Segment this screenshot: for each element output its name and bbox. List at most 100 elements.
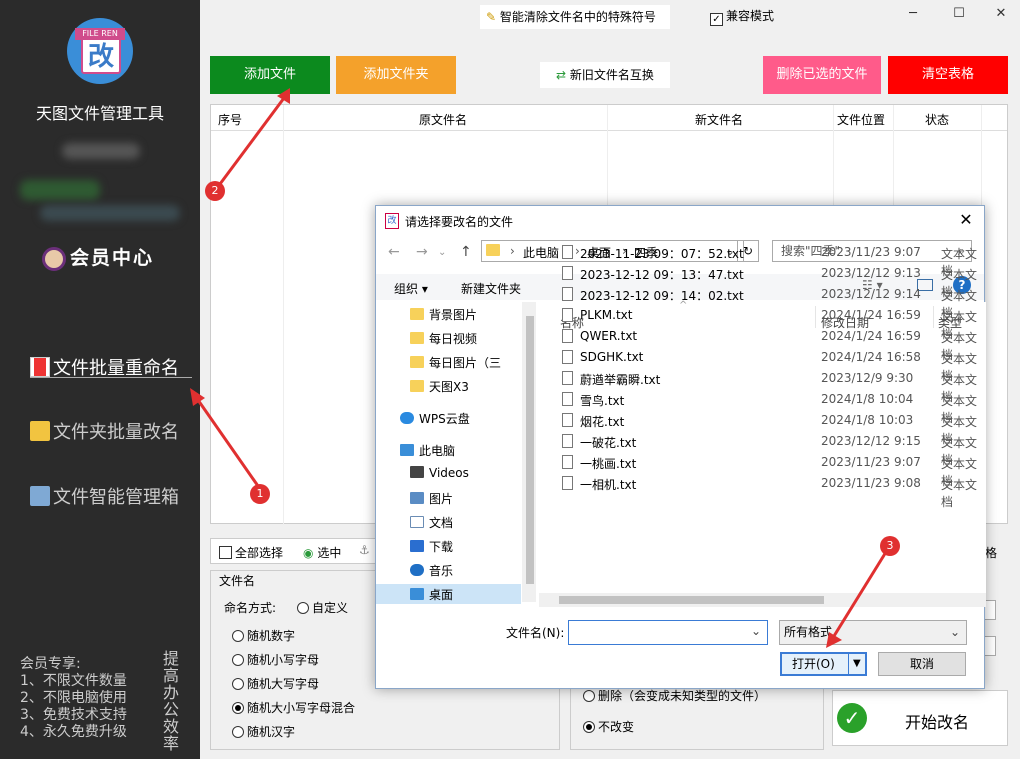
picture-icon xyxy=(410,492,424,504)
file-row[interactable]: PLKM.txt 2024/1/24 16:59 文本文档 xyxy=(559,305,984,341)
file-name: PLKM.txt xyxy=(580,308,633,322)
text-file-icon xyxy=(562,455,573,469)
cancel-button[interactable]: 取消 xyxy=(878,652,966,676)
option-random-chinese[interactable]: 随机汉字 xyxy=(232,723,295,740)
tree-item-selected[interactable]: 桌面 xyxy=(410,586,453,603)
text-file-icon xyxy=(562,413,573,427)
select-all-label: 全部选择 xyxy=(235,546,284,560)
option-random-mixed[interactable]: 随机大小写字母混合 xyxy=(232,699,355,716)
filename-input[interactable]: ⌄ xyxy=(568,620,768,645)
file-row[interactable]: 2023-11-23 09：07：52.txt 2023/11/23 9:07 文本… xyxy=(559,242,984,278)
add-file-button[interactable]: 添加文件 xyxy=(210,56,330,94)
swap-names-button[interactable]: ⇄ 新旧文件名互换 xyxy=(540,62,670,88)
folder-icon xyxy=(30,421,50,441)
tree-item[interactable]: WPS云盘 xyxy=(400,410,470,427)
file-row[interactable]: 2023-12-12 09：13：47.txt 2023/12/12 9:13 文本… xyxy=(559,263,984,299)
text-file-icon xyxy=(562,308,573,322)
minimize-button[interactable]: ─ xyxy=(898,6,928,26)
open-button[interactable]: 打开(O) ▼ xyxy=(780,652,867,676)
close-button[interactable]: ✕ xyxy=(986,6,1016,26)
nav-active-underline xyxy=(30,377,192,378)
select-button[interactable]: ◉ 选中 xyxy=(303,544,341,561)
computer-icon xyxy=(400,444,414,456)
file-row[interactable]: 一相机.txt 2023/11/23 9:08 文本文档 xyxy=(559,473,984,509)
new-folder-button[interactable]: 新建文件夹 xyxy=(461,280,521,297)
file-list[interactable]: 名称 ^ 修改日期 类型 2023-11-23 09：07：52.txt 2023… xyxy=(539,245,986,602)
tree-item[interactable]: 下载 xyxy=(410,538,453,555)
tree-label: WPS云盘 xyxy=(419,412,470,426)
up-icon[interactable]: ↑ xyxy=(460,244,472,260)
tree-item[interactable]: 背景图片 xyxy=(410,306,477,323)
ext-delete-radio[interactable]: 删除（会变成未知类型的文件） xyxy=(583,687,766,704)
radio-icon xyxy=(297,602,309,614)
file-row[interactable]: SDGHK.txt 2024/1/24 16:58 文本文档 xyxy=(559,347,984,383)
blurred-username xyxy=(62,143,140,159)
tree-item[interactable]: 图片 xyxy=(410,490,453,507)
chevron-down-icon[interactable]: ⌄ xyxy=(751,624,761,638)
file-row[interactable]: 一桃画.txt 2023/11/23 9:07 文本文档 xyxy=(559,452,984,488)
path-segment[interactable]: 此电脑 xyxy=(523,244,559,261)
option-random-lower[interactable]: 随机小写字母 xyxy=(232,651,319,668)
custom-radio[interactable]: 自定义 xyxy=(297,599,348,616)
nav-folder-rename[interactable]: 文件夹批量改名 xyxy=(30,418,179,444)
toolbox-icon xyxy=(30,486,50,506)
col-original: 原文件名 xyxy=(419,113,468,127)
tree-item[interactable]: Videos xyxy=(410,466,469,480)
navigation-tree[interactable]: 背景图片 每日视频 每日图片（三 天图X3 WPS云盘 此电脑 Videos 图… xyxy=(376,302,536,604)
file-name: 一相机.txt xyxy=(580,478,637,492)
radio-icon xyxy=(232,654,244,666)
recent-dropdown-icon[interactable]: ⌄ xyxy=(438,247,446,258)
swap-icon: ⇄ xyxy=(556,68,570,82)
clear-table-button[interactable]: 清空表格 xyxy=(888,56,1008,94)
horizontal-scrollbar[interactable] xyxy=(539,593,986,607)
dropdown-fragment[interactable] xyxy=(984,636,996,656)
back-icon[interactable]: ← xyxy=(388,244,400,260)
vip-line: 1、不限文件数量 xyxy=(20,673,127,689)
maximize-button[interactable]: ☐ xyxy=(944,6,974,26)
download-icon xyxy=(410,540,424,552)
delete-selected-button[interactable]: 删除已选的文件 xyxy=(763,56,881,94)
dropdown-arrow-icon[interactable]: ▼ xyxy=(853,654,861,674)
scroll-thumb[interactable] xyxy=(559,596,824,604)
tree-item[interactable]: 每日图片（三 xyxy=(410,354,501,371)
file-row[interactable]: 一破花.txt 2023/12/12 9:15 文本文档 xyxy=(559,431,984,467)
file-row[interactable]: 烟花.txt 2024/1/8 10:03 文本文档 xyxy=(559,410,984,446)
nav-label: 文件夹批量改名 xyxy=(53,422,179,443)
file-name: 雪鸟.txt xyxy=(580,394,625,408)
compat-mode-checkbox[interactable]: ✓ 兼容模式 xyxy=(710,7,774,26)
start-rename-button[interactable]: ✓ 开始改名 xyxy=(832,690,1008,746)
document-icon xyxy=(410,516,424,528)
file-row[interactable]: 2023-12-12 09：14：02.txt 2023/12/12 9:14 文本… xyxy=(559,284,984,320)
tree-scroll-thumb[interactable] xyxy=(526,316,534,584)
organize-button[interactable]: 组织 ▾ xyxy=(394,280,428,297)
file-name: 烟花.txt xyxy=(580,415,625,429)
anchor-icon[interactable]: ⚓ xyxy=(359,543,370,557)
add-folder-button[interactable]: 添加文件夹 xyxy=(336,56,456,94)
tree-item[interactable]: 文档 xyxy=(410,514,453,531)
folder-icon xyxy=(410,332,424,344)
tree-item[interactable]: 天图X3 xyxy=(410,378,469,395)
app-logo: FILE REN 改 xyxy=(67,18,133,84)
select-all-checkbox[interactable]: 全部选择 xyxy=(219,544,283,561)
tree-label: 每日图片（三 xyxy=(429,356,502,370)
nav-file-manager[interactable]: 文件智能管理箱 xyxy=(30,483,179,509)
forward-icon[interactable]: → xyxy=(416,244,428,260)
file-row[interactable]: 雪鸟.txt 2024/1/8 10:04 文本文档 xyxy=(559,389,984,425)
dialog-close-button[interactable]: ✕ xyxy=(956,210,976,229)
option-random-upper[interactable]: 随机大写字母 xyxy=(232,675,319,692)
tree-item[interactable]: 每日视频 xyxy=(410,330,477,347)
tree-item[interactable]: 此电脑 xyxy=(400,442,455,459)
file-type-select[interactable]: 所有格式 ⌄ xyxy=(779,620,967,645)
clear-special-chars-button[interactable]: ✎ 智能清除文件名中的特殊符号 xyxy=(480,5,670,29)
group-title: 文件名 xyxy=(219,574,256,588)
option-random-digits[interactable]: 随机数字 xyxy=(232,627,295,644)
tree-item[interactable]: 音乐 xyxy=(410,562,453,579)
logo-char: 改 xyxy=(87,42,114,72)
vip-line: 2、不限电脑使用 xyxy=(20,690,127,706)
file-row[interactable]: 蔚遒举霸瞬.txt 2023/12/9 9:30 文本文档 xyxy=(559,368,984,404)
file-name: 2023-12-12 09：14：02.txt xyxy=(580,289,744,303)
member-center-button[interactable]: 会员中心 xyxy=(42,243,154,271)
file-row[interactable]: QWER.txt 2024/1/24 16:59 文本文档 xyxy=(559,326,984,362)
text-file-icon xyxy=(562,245,573,259)
ext-keep-radio[interactable]: 不改变 xyxy=(583,718,634,735)
